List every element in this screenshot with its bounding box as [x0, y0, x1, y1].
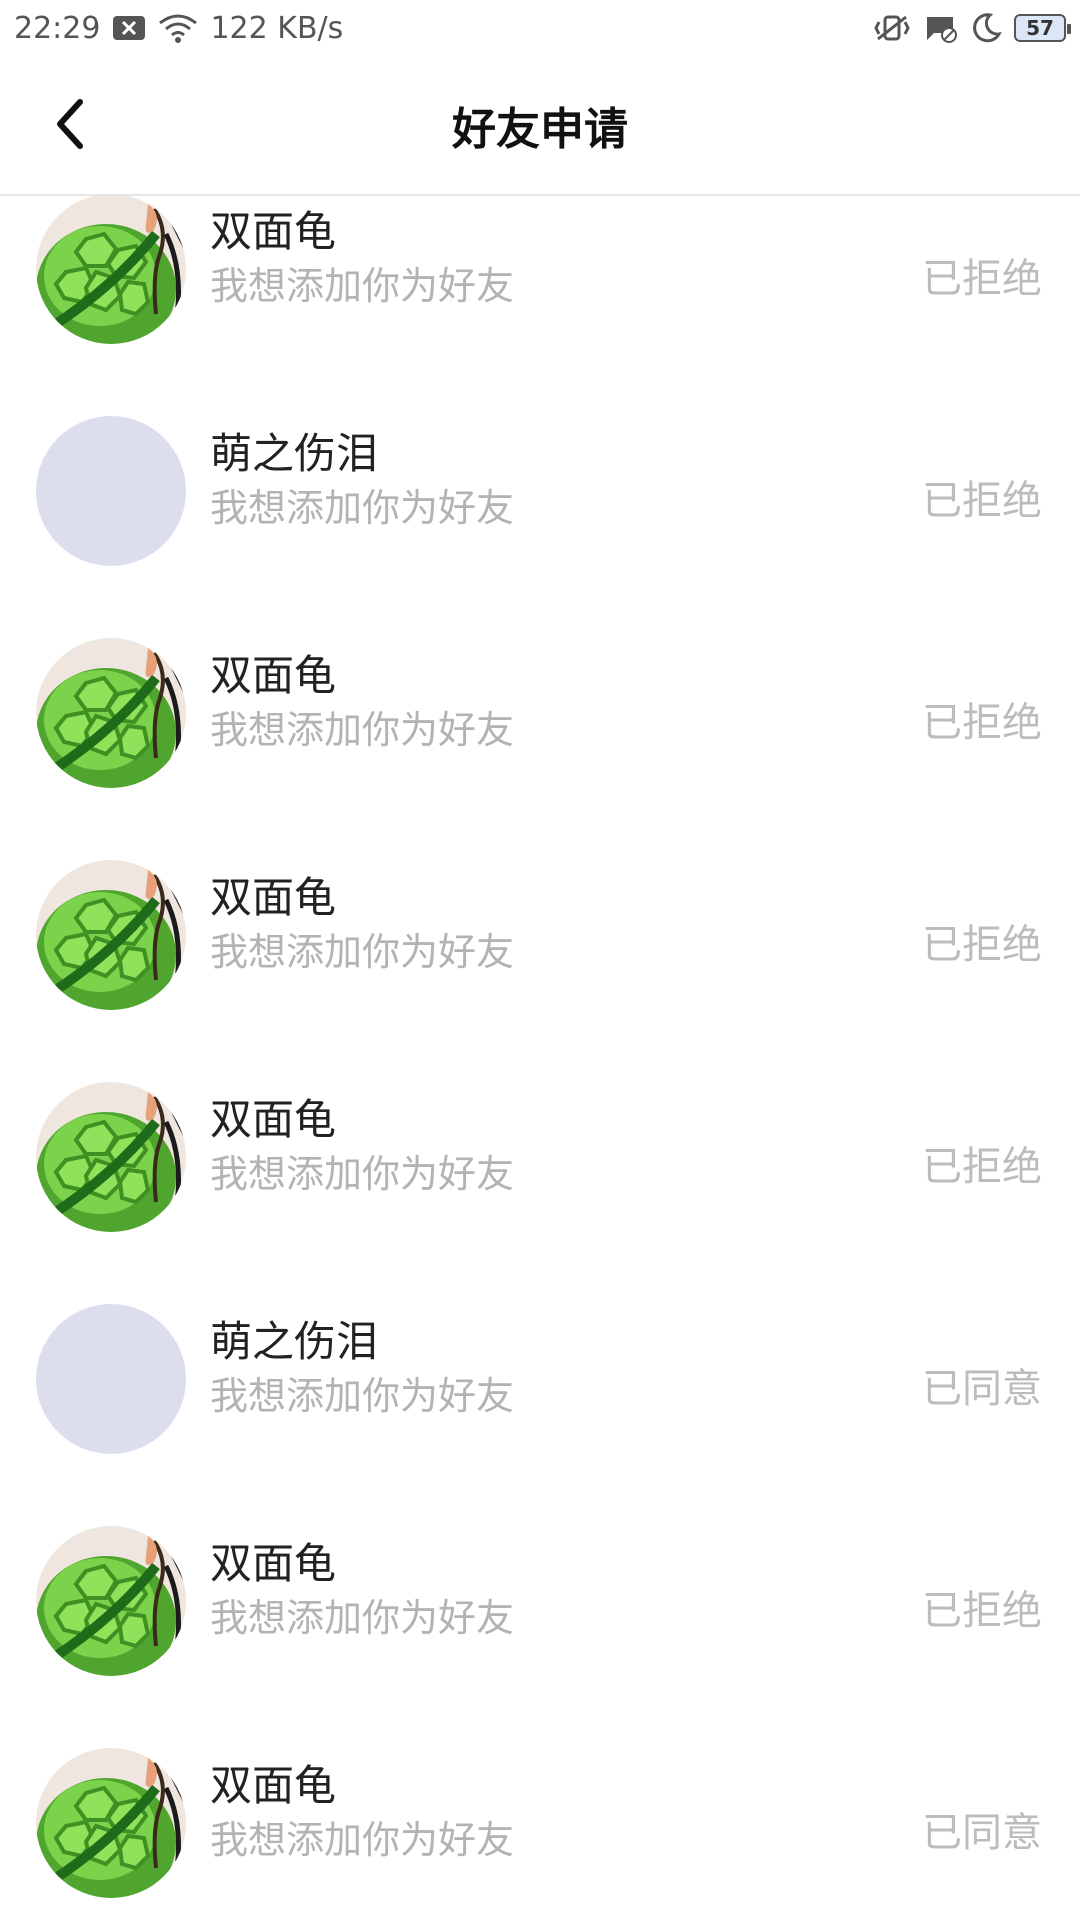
chevron-left-icon	[57, 99, 83, 149]
request-item[interactable]: 双面龟我想添加你为好友 已拒绝	[0, 1486, 1080, 1708]
request-item[interactable]: 萌之伤泪我想添加你为好友 已拒绝	[0, 376, 1080, 598]
friend-request-list: 双面龟 我想添加你为好友 已拒绝 萌之伤泪 我想添加你为好友 已拒绝 双面龟 我想添加你为好…	[0, 196, 1080, 1920]
status-left: 22:29 122 KB/s	[14, 11, 343, 46]
vibrate-icon	[872, 13, 912, 43]
avatar[interactable]	[36, 416, 186, 566]
avatar[interactable]	[36, 1082, 186, 1232]
request-status: 已同意	[922, 1810, 1042, 1856]
back-button[interactable]	[40, 94, 100, 154]
request-status: 已拒绝	[922, 256, 1042, 302]
message-blocked-icon	[924, 13, 958, 43]
request-item[interactable]: 双面龟我想添加你为好友 已拒绝	[0, 196, 1080, 376]
request-text: 双面龟我想添加你为好友	[210, 1094, 514, 1202]
requester-name: 双面龟	[210, 1539, 337, 1588]
avatar[interactable]	[36, 1304, 186, 1454]
request-item[interactable]: 双面龟我想添加你为好友 已拒绝	[0, 1042, 1080, 1264]
request-message: 我想添加你为好友	[210, 264, 515, 308]
request-item[interactable]: 双面龟我想添加你为好友 已拒绝	[0, 820, 1080, 1042]
requester-name: 双面龟	[210, 873, 337, 922]
app-header: 好友申请	[0, 56, 1080, 196]
request-status: 已拒绝	[922, 1588, 1042, 1634]
avatar[interactable]	[36, 1526, 186, 1676]
request-status: 已拒绝	[922, 478, 1042, 524]
request-message: 我想添加你为好友	[210, 1152, 515, 1196]
status-right: 57	[872, 12, 1071, 44]
request-status: 已拒绝	[922, 922, 1042, 968]
request-text: 萌之伤泪我想添加你为好友	[210, 428, 514, 536]
avatar[interactable]	[36, 860, 186, 1010]
request-status: 已拒绝	[922, 1144, 1042, 1190]
request-message: 我想添加你为好友	[210, 930, 515, 974]
request-text: 双面龟我想添加你为好友	[210, 872, 514, 980]
avatar[interactable]	[36, 1748, 186, 1898]
requester-name: 双面龟	[210, 207, 337, 256]
battery-icon: 57	[1014, 14, 1071, 42]
request-item[interactable]: 萌之伤泪我想添加你为好友 已同意	[0, 1264, 1080, 1486]
request-text: 双面龟我想添加你为好友	[210, 650, 514, 758]
status-bar: 22:29 122 KB/s 57	[0, 0, 1080, 56]
moon-icon	[970, 12, 1002, 44]
requester-name: 双面龟	[210, 651, 337, 700]
requester-name: 双面龟	[210, 1761, 337, 1810]
request-status: 已同意	[922, 1366, 1042, 1412]
requester-name: 双面龟	[210, 1095, 337, 1144]
status-time: 22:29	[14, 10, 101, 46]
request-status: 已拒绝	[922, 700, 1042, 746]
net-speed: 122 KB/s	[210, 10, 344, 46]
request-message: 我想添加你为好友	[210, 1596, 515, 1640]
close-box-icon	[112, 15, 146, 41]
page-title: 好友申请	[452, 104, 628, 155]
request-message: 我想添加你为好友	[210, 1818, 515, 1862]
requester-name: 萌之伤泪	[210, 1317, 379, 1366]
request-message: 我想添加你为好友	[210, 486, 515, 530]
request-item[interactable]: 双面龟我想添加你为好友 已同意	[0, 1708, 1080, 1920]
request-text: 双面龟我想添加你为好友	[210, 206, 514, 314]
avatar[interactable]	[36, 638, 186, 788]
request-text: 萌之伤泪我想添加你为好友	[210, 1316, 514, 1424]
avatar[interactable]	[36, 196, 186, 344]
request-text: 双面龟我想添加你为好友	[210, 1760, 514, 1868]
wifi-icon	[158, 13, 198, 43]
request-message: 我想添加你为好友	[210, 1374, 515, 1418]
request-message: 我想添加你为好友	[210, 708, 515, 752]
request-item[interactable]: 双面龟我想添加你为好友 已拒绝	[0, 598, 1080, 820]
requester-name: 萌之伤泪	[210, 429, 379, 478]
request-text: 双面龟我想添加你为好友	[210, 1538, 514, 1646]
battery-level: 57	[1026, 16, 1054, 40]
